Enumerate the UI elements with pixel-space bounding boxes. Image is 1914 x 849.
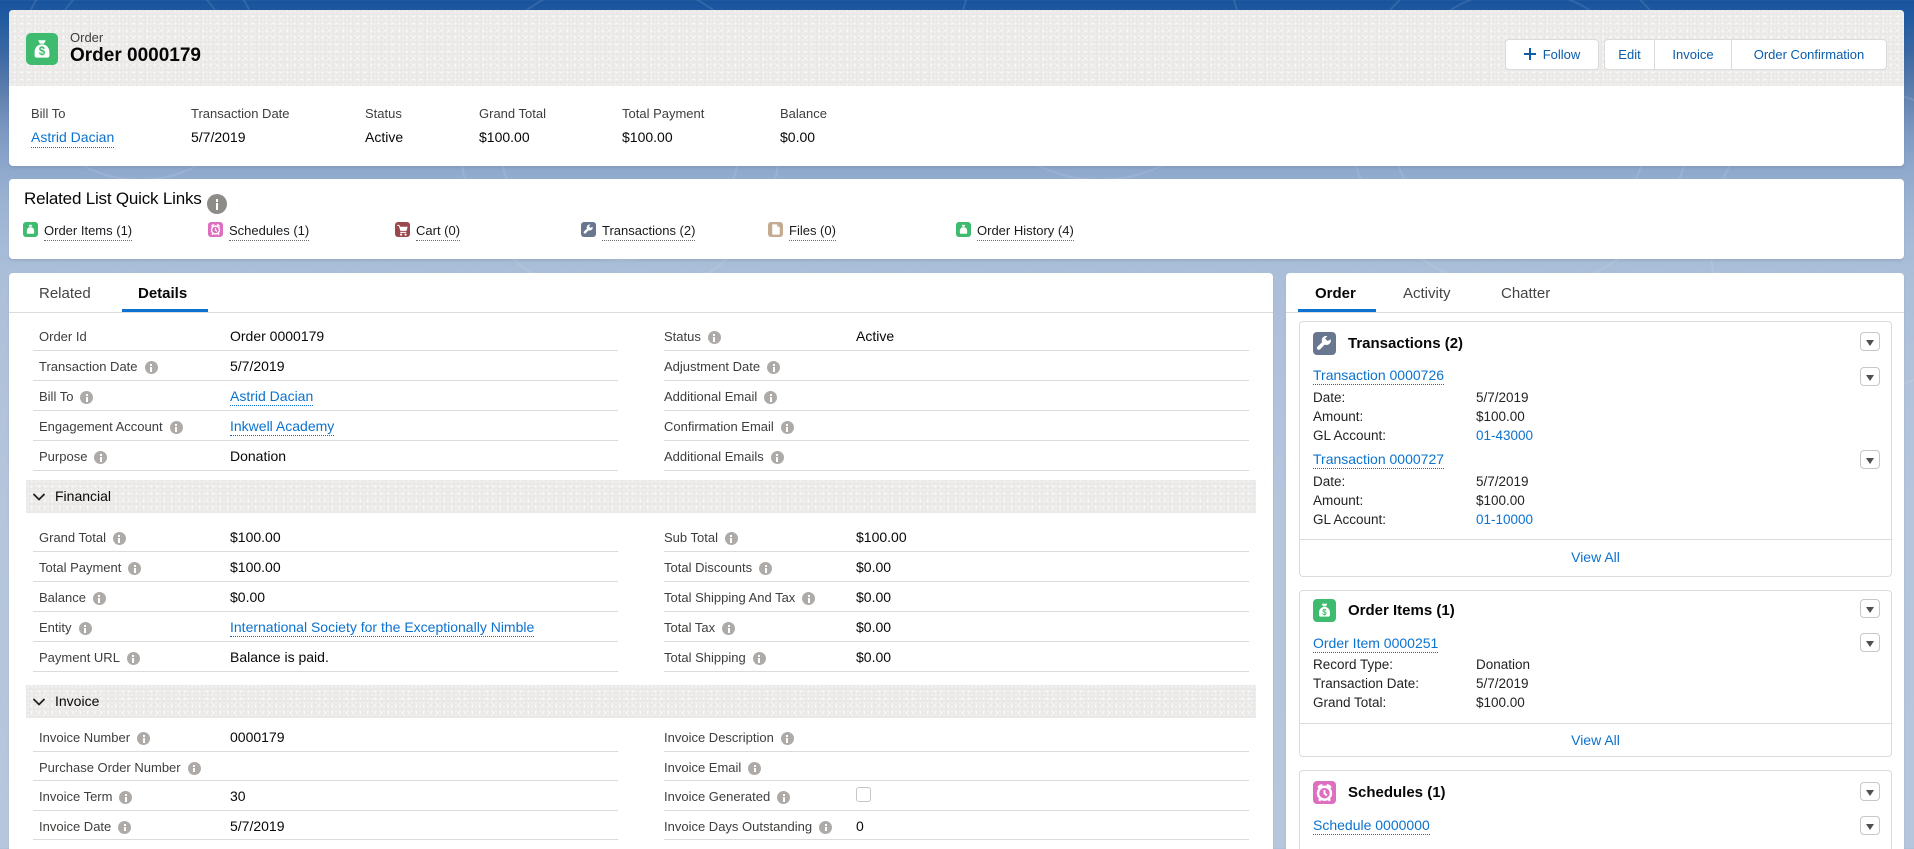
svg-text:$: $	[39, 46, 46, 58]
svg-text:$: $	[1322, 608, 1327, 617]
